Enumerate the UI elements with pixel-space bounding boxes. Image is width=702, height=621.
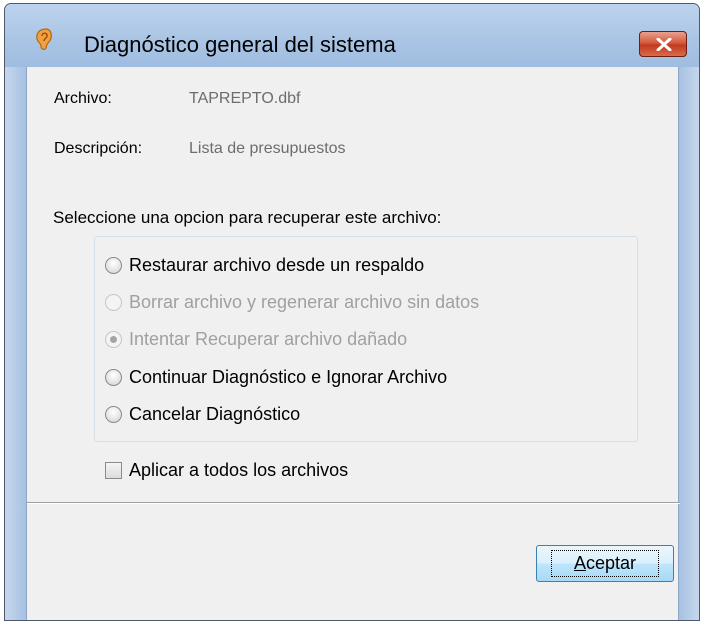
- close-button[interactable]: [639, 31, 687, 57]
- radio-option-restore[interactable]: Restaurar archivo desde un respaldo: [105, 252, 424, 278]
- radio-label: Restaurar archivo desde un respaldo: [129, 254, 425, 275]
- file-label: Archivo:: [54, 90, 112, 107]
- radio-button[interactable]: [105, 330, 122, 348]
- file-value: TAPREPTO.dbf: [189, 90, 301, 107]
- radio-option-cancel[interactable]: Cancelar Diagnóstico: [105, 401, 300, 427]
- separator: [27, 502, 680, 504]
- apply-all-checkbox-row[interactable]: Aplicar a todos los archivos: [105, 457, 348, 483]
- radio-button[interactable]: [105, 293, 122, 311]
- radio-option-continue-ignore[interactable]: Continuar Diagnóstico e Ignorar Archivo: [105, 364, 447, 390]
- radio-option-recover-damaged[interactable]: Intentar Recuperar archivo dañado: [105, 326, 407, 352]
- radio-label: Continuar Diagnóstico e Ignorar Archivo: [129, 366, 448, 387]
- radio-label: Cancelar Diagnóstico: [129, 403, 301, 424]
- accept-label-rest: ceptar: [585, 553, 637, 573]
- description-label: Descripción:: [54, 140, 143, 157]
- radio-label: Intentar Recuperar archivo dañado: [129, 328, 408, 349]
- radio-option-delete-regenerate[interactable]: Borrar archivo y regenerar archivo sin d…: [105, 289, 479, 315]
- window-title: Diagnóstico general del sistema: [84, 32, 396, 57]
- apply-all-label: Aplicar a todos los archivos: [129, 459, 349, 480]
- options-prompt: Seleccione una opcion para recuperar est…: [53, 208, 442, 227]
- radio-button[interactable]: [105, 405, 122, 423]
- radio-label: Borrar archivo y regenerar archivo sin d…: [129, 291, 480, 312]
- title-bar[interactable]: Diagnóstico general del sistema: [5, 4, 699, 67]
- dialog-client-area: Archivo: TAPREPTO.dbf Descripción: Lista…: [26, 67, 680, 620]
- window-frame-left: [5, 67, 26, 620]
- radio-button[interactable]: [105, 368, 122, 386]
- close-icon: [656, 38, 672, 51]
- accept-button[interactable]: Aceptar: [536, 545, 674, 582]
- radio-button[interactable]: [105, 256, 122, 274]
- ear-icon: [36, 28, 52, 50]
- accept-button-label: Aceptar: [550, 550, 660, 577]
- accept-mnemonic: A: [573, 553, 586, 573]
- description-value: Lista de presupuestos: [189, 140, 346, 157]
- dialog-window: Diagnóstico general del sistema Archivo:…: [4, 3, 700, 621]
- apply-all-checkbox[interactable]: [105, 461, 122, 479]
- window-frame-right: [679, 67, 699, 620]
